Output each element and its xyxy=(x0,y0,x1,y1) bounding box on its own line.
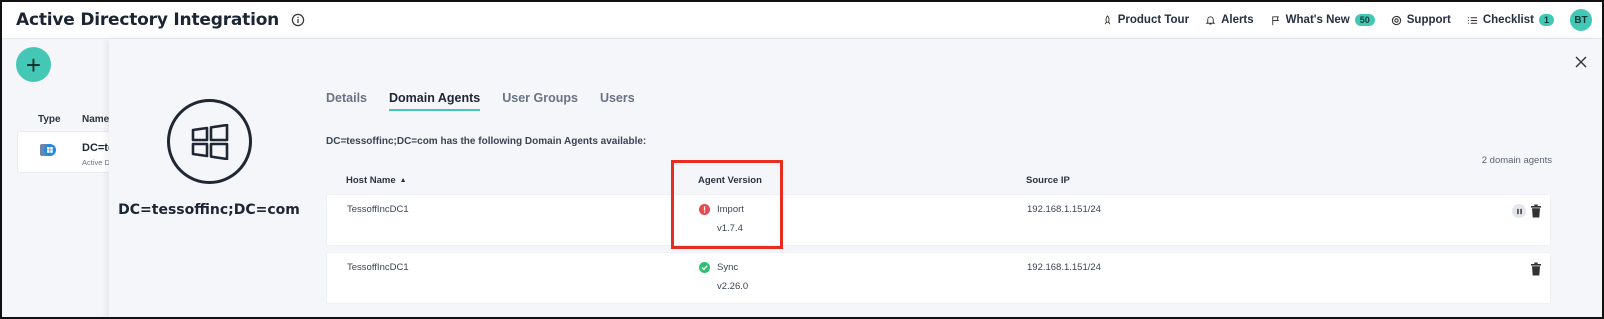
host-name: TessoffIncDC1 xyxy=(347,262,409,273)
host-name: TessoffIncDC1 xyxy=(347,204,409,215)
tab-domain-agents[interactable]: Domain Agents xyxy=(389,91,481,111)
row-actions xyxy=(1512,204,1542,218)
sort-ascending-icon: ▲ xyxy=(399,177,407,184)
whats-new-badge: 50 xyxy=(1354,14,1375,26)
list-item-name: DC=te xyxy=(82,142,112,154)
list-item[interactable]: DC=te Active D xyxy=(17,131,112,173)
column-version-label: Agent Version xyxy=(698,175,762,186)
tab-bar: Details Domain Agents User Groups Users xyxy=(326,91,635,111)
table-row[interactable]: TessoffIncDC1 Sync v2.26.0 192.168.1.151… xyxy=(326,252,1551,304)
agent-status: Sync xyxy=(717,262,739,273)
column-source-ip[interactable]: Source IP xyxy=(1026,175,1070,186)
trash-icon[interactable] xyxy=(1530,204,1542,218)
integration-list: + Type Name DC=te Active D xyxy=(2,39,112,317)
column-name: Name xyxy=(82,114,110,125)
bell-icon xyxy=(1205,15,1216,25)
close-icon[interactable] xyxy=(1574,55,1588,69)
column-agent-version[interactable]: Agent Version xyxy=(698,175,762,186)
pause-icon xyxy=(1516,208,1522,214)
nav-alerts[interactable]: Alerts xyxy=(1205,14,1254,26)
agent-version: v1.7.4 xyxy=(717,223,743,234)
page-title: Active Directory Integration xyxy=(16,10,280,30)
nav-label: Checklist xyxy=(1482,14,1534,26)
detail-panel: DC=tessoffinc;DC=com Details Domain Agen… xyxy=(109,39,1602,317)
active-directory-icon xyxy=(40,144,56,156)
flag-icon xyxy=(1271,15,1279,25)
column-host-name[interactable]: Host Name ▲ xyxy=(346,175,407,186)
nav-checklist[interactable]: Checklist 1 xyxy=(1467,14,1554,26)
rocket-icon xyxy=(1104,14,1110,24)
table-row[interactable]: TessoffIncDC1 Import v1.7.4 192.168.1.15… xyxy=(326,194,1551,246)
top-nav: Product Tour Alerts What's New 50 Suppor… xyxy=(1102,9,1592,31)
nav-label: Product Tour xyxy=(1117,14,1190,26)
checklist-badge: 1 xyxy=(1538,14,1554,26)
nav-label: Support xyxy=(1406,14,1451,26)
source-ip: 192.168.1.151/24 xyxy=(1027,204,1101,215)
add-integration-button[interactable]: + xyxy=(16,47,51,82)
agent-count: 2 domain agents xyxy=(1481,155,1552,166)
info-icon[interactable] xyxy=(291,13,305,27)
check-icon xyxy=(699,262,710,273)
source-ip: 192.168.1.151/24 xyxy=(1027,262,1101,273)
tab-users[interactable]: Users xyxy=(600,91,635,111)
nav-whats-new[interactable]: What's New 50 xyxy=(1270,14,1375,26)
top-bar: Active Directory Integration Product Tou… xyxy=(2,2,1602,39)
tab-details[interactable]: Details xyxy=(326,91,367,111)
app-window: Active Directory Integration Product Tou… xyxy=(0,0,1604,319)
tab-user-groups[interactable]: User Groups xyxy=(502,91,578,111)
list-icon xyxy=(1467,16,1477,24)
column-ip-label: Source IP xyxy=(1026,175,1070,186)
windows-icon xyxy=(191,123,228,160)
nav-label: Alerts xyxy=(1221,14,1254,26)
avatar[interactable]: BT xyxy=(1570,9,1592,31)
agent-version-cell: Sync v2.26.0 xyxy=(699,262,748,292)
nav-label: What's New xyxy=(1285,14,1350,26)
agent-version-cell: Import v1.7.4 xyxy=(699,204,744,234)
nav-support[interactable]: Support xyxy=(1391,14,1451,26)
table-header: Host Name ▲ Agent Version Source IP xyxy=(326,175,1551,193)
entity-name: DC=tessoffinc;DC=com xyxy=(118,202,300,218)
error-icon xyxy=(699,204,710,215)
agent-status: Import xyxy=(717,204,744,215)
agents-description: DC=tessoffinc;DC=com has the following D… xyxy=(326,136,647,147)
nav-product-tour[interactable]: Product Tour xyxy=(1102,14,1189,26)
windows-logo xyxy=(167,99,252,184)
agent-version: v2.26.0 xyxy=(717,281,749,292)
row-actions xyxy=(1530,262,1542,276)
lifebuoy-icon xyxy=(1391,15,1401,25)
column-host-label: Host Name xyxy=(346,175,396,186)
pause-button[interactable] xyxy=(1512,204,1526,218)
list-item-subtitle: Active D xyxy=(82,158,110,167)
column-type: Type xyxy=(38,114,61,125)
trash-icon[interactable] xyxy=(1530,262,1542,276)
